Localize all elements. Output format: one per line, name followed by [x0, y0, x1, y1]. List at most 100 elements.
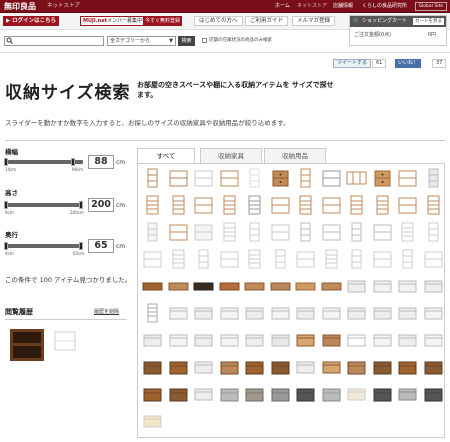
depth-slider-max-handle[interactable] — [79, 242, 83, 250]
product-thumbnail[interactable] — [422, 222, 445, 242]
product-thumbnail[interactable] — [320, 195, 343, 215]
product-thumbnail[interactable] — [192, 249, 215, 269]
product-thumbnail[interactable] — [371, 303, 394, 323]
product-thumbnail[interactable] — [371, 222, 394, 242]
search-input[interactable] — [4, 36, 104, 46]
product-thumbnail[interactable] — [396, 222, 419, 242]
product-thumbnail[interactable] — [422, 357, 445, 377]
product-thumbnail[interactable] — [192, 330, 215, 350]
product-thumbnail[interactable] — [345, 195, 368, 215]
product-thumbnail[interactable] — [243, 276, 266, 296]
product-thumbnail[interactable] — [141, 276, 164, 296]
product-thumbnail[interactable] — [269, 303, 292, 323]
product-thumbnail[interactable] — [192, 222, 215, 242]
product-thumbnail[interactable] — [192, 195, 215, 215]
height-slider-track[interactable] — [4, 201, 83, 209]
product-thumbnail[interactable] — [422, 330, 445, 350]
product-thumbnail[interactable] — [371, 357, 394, 377]
product-thumbnail[interactable] — [345, 384, 368, 404]
product-thumbnail[interactable] — [422, 168, 445, 188]
product-thumbnail[interactable] — [345, 222, 368, 242]
tab-all[interactable]: すべて — [137, 148, 195, 164]
product-thumbnail[interactable] — [422, 276, 445, 296]
product-thumbnail[interactable] — [294, 330, 317, 350]
product-thumbnail[interactable] — [141, 411, 164, 431]
product-thumbnail[interactable] — [422, 303, 445, 323]
nav-net-store[interactable]: ネットストア — [297, 0, 327, 13]
width-value-input[interactable]: 88 — [88, 155, 114, 169]
product-thumbnail[interactable] — [371, 168, 394, 188]
product-thumbnail[interactable] — [396, 249, 419, 269]
product-thumbnail[interactable] — [167, 168, 190, 188]
product-thumbnail[interactable] — [218, 195, 241, 215]
product-thumbnail[interactable] — [371, 249, 394, 269]
product-thumbnail[interactable] — [167, 303, 190, 323]
tab-storage-goods[interactable]: 収納用品 — [264, 148, 326, 163]
product-thumbnail[interactable] — [345, 330, 368, 350]
product-thumbnail[interactable] — [218, 357, 241, 377]
product-thumbnail[interactable] — [192, 276, 215, 296]
product-thumbnail[interactable] — [141, 384, 164, 404]
product-thumbnail[interactable] — [371, 330, 394, 350]
register-button[interactable]: 今すぐ無料登録 — [143, 16, 183, 26]
product-thumbnail[interactable] — [141, 249, 164, 269]
product-thumbnail[interactable] — [167, 330, 190, 350]
product-thumbnail[interactable] — [141, 168, 164, 188]
product-thumbnail[interactable] — [218, 276, 241, 296]
product-thumbnail[interactable] — [269, 222, 292, 242]
product-thumbnail[interactable] — [294, 384, 317, 404]
product-thumbnail[interactable] — [269, 357, 292, 377]
category-select[interactable]: 全カテゴリーから ▼ — [107, 36, 176, 46]
nav-home[interactable]: ホーム — [275, 0, 290, 13]
depth-value-input[interactable]: 65 — [88, 239, 114, 253]
product-thumbnail[interactable] — [345, 357, 368, 377]
search-button[interactable]: 検索 — [178, 36, 195, 46]
product-thumbnail[interactable] — [141, 222, 164, 242]
stock-only-checkbox[interactable] — [202, 38, 207, 43]
product-thumbnail[interactable] — [396, 357, 419, 377]
product-thumbnail[interactable] — [320, 384, 343, 404]
global-site-button[interactable]: Global Site — [414, 2, 447, 11]
product-thumbnail[interactable] — [294, 357, 317, 377]
product-thumbnail[interactable] — [371, 195, 394, 215]
view-cart-button[interactable]: カートを見る — [413, 18, 444, 25]
product-thumbnail[interactable] — [294, 249, 317, 269]
product-thumbnail[interactable] — [218, 168, 241, 188]
height-value-input[interactable]: 200 — [88, 198, 114, 212]
product-thumbnail[interactable] — [345, 249, 368, 269]
history-item-white-shelf[interactable] — [54, 331, 76, 351]
product-thumbnail[interactable] — [396, 303, 419, 323]
product-thumbnail[interactable] — [269, 276, 292, 296]
muji-logo[interactable]: 無印良品 — [4, 0, 36, 13]
product-thumbnail[interactable] — [294, 303, 317, 323]
muji-net-banner[interactable]: MUJI.netメンバー募集中! — [80, 16, 148, 26]
clear-history-link[interactable]: 履歴を削除 — [94, 308, 119, 315]
product-thumbnail[interactable] — [396, 276, 419, 296]
product-thumbnail[interactable] — [243, 330, 266, 350]
product-thumbnail[interactable] — [167, 249, 190, 269]
product-thumbnail[interactable] — [243, 249, 266, 269]
product-thumbnail[interactable] — [269, 195, 292, 215]
product-thumbnail[interactable] — [243, 384, 266, 404]
product-thumbnail[interactable] — [218, 222, 241, 242]
product-thumbnail[interactable] — [396, 195, 419, 215]
product-thumbnail[interactable] — [141, 330, 164, 350]
product-thumbnail[interactable] — [141, 195, 164, 215]
product-thumbnail[interactable] — [320, 276, 343, 296]
product-thumbnail[interactable] — [294, 168, 317, 188]
depth-slider-min-handle[interactable] — [4, 242, 8, 250]
product-thumbnail[interactable] — [294, 276, 317, 296]
product-thumbnail[interactable] — [371, 276, 394, 296]
product-thumbnail[interactable] — [345, 168, 368, 188]
help-link-first-time[interactable]: はじめての方へ — [194, 16, 243, 26]
help-link-guide[interactable]: ご利用ガイド — [245, 16, 289, 26]
product-thumbnail[interactable] — [243, 222, 266, 242]
product-thumbnail[interactable] — [422, 195, 445, 215]
product-thumbnail[interactable] — [320, 249, 343, 269]
product-thumbnail[interactable] — [243, 357, 266, 377]
product-thumbnail[interactable] — [269, 249, 292, 269]
nav-kurashi-lab[interactable]: くらしの良品研究所 — [362, 0, 407, 13]
product-thumbnail[interactable] — [320, 330, 343, 350]
product-thumbnail[interactable] — [218, 303, 241, 323]
product-thumbnail[interactable] — [243, 195, 266, 215]
